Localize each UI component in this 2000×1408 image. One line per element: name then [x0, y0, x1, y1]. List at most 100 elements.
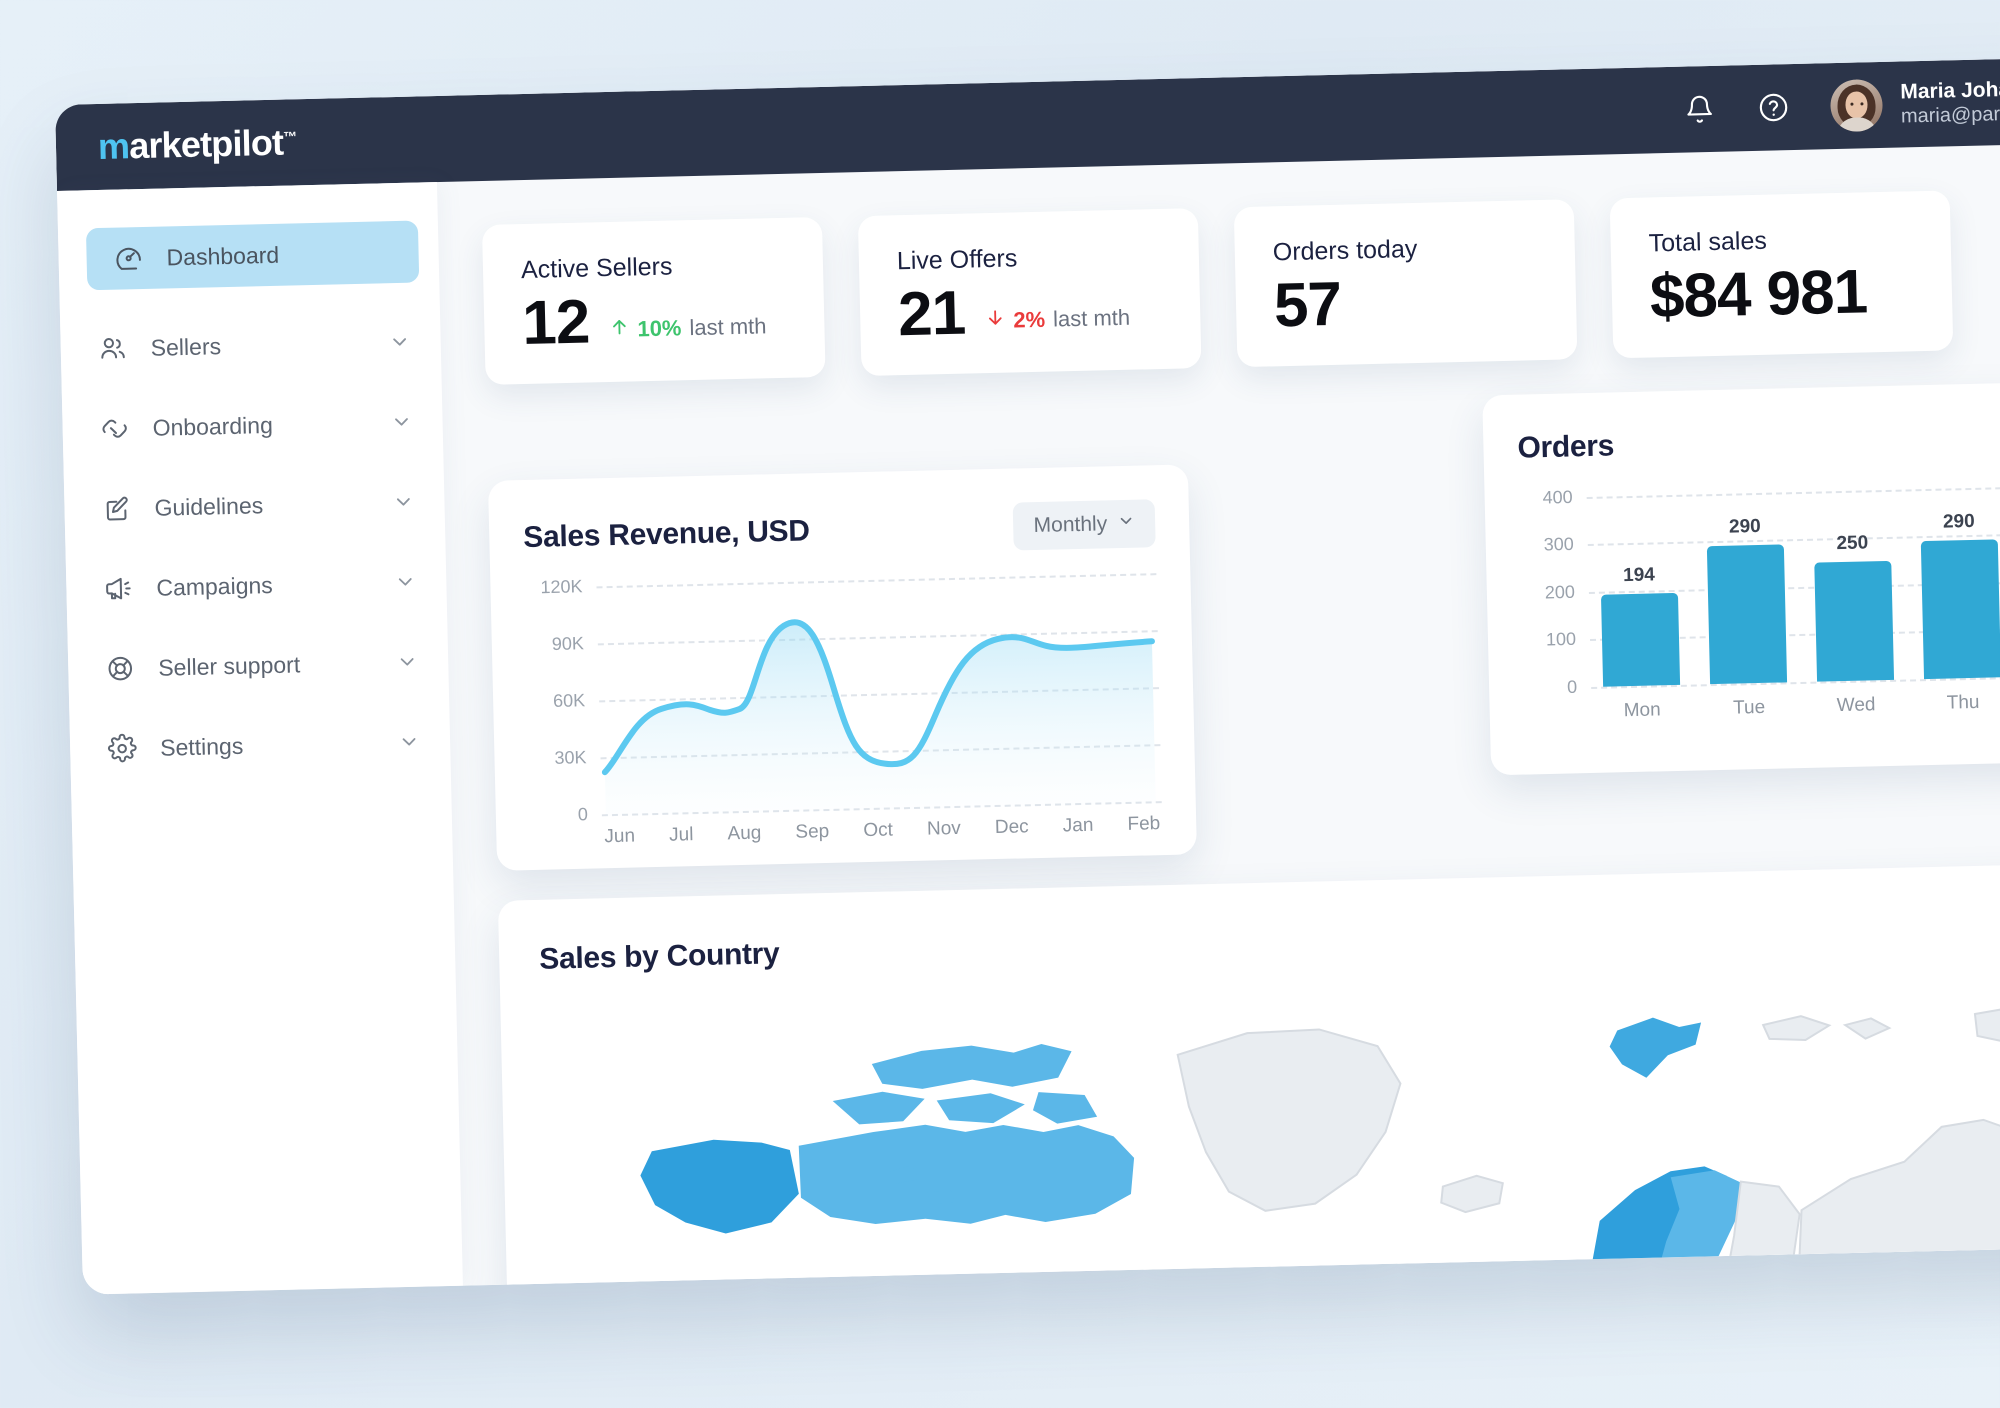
bar-column: 194 [1599, 495, 1681, 687]
x-tick-label: Thu [1946, 691, 1980, 714]
chevron-down-icon[interactable] [394, 571, 417, 594]
stat-delta: 2% last mth [985, 303, 1131, 344]
sidebar-item-label: Seller support [157, 650, 301, 681]
sidebar-item-onboarding[interactable]: Onboarding [62, 390, 443, 461]
card-title: Sales Revenue, USD [522, 514, 811, 555]
map-region-canada-arctic[interactable] [871, 1043, 1072, 1090]
stat-delta-value: 10% [637, 315, 682, 342]
chevron-down-icon[interactable] [392, 491, 415, 514]
map-region-greenland[interactable] [1176, 1028, 1403, 1213]
y-tick-label: 400 [1542, 486, 1573, 508]
card-title: Sales by Country [538, 937, 780, 976]
map-region-arctic-islands[interactable] [1973, 1006, 2000, 1045]
map-region-arctic-islands[interactable] [1761, 1015, 1832, 1042]
map-region-arctic-islands[interactable] [1842, 1017, 1892, 1040]
x-tick-label: Jun [604, 825, 636, 848]
map-region-alaska[interactable] [640, 1138, 800, 1236]
y-tick-label: 90K [551, 633, 585, 654]
x-tick-label: Dec [994, 816, 1029, 839]
logo-rest: arketpilot [128, 121, 284, 167]
sidebar-item-seller-support[interactable]: Seller support [68, 630, 449, 701]
x-tick-label: Jul [668, 824, 694, 846]
x-tick-label: Tue [1732, 696, 1766, 719]
x-tick-label: Jan [1062, 814, 1094, 837]
map-region-canada[interactable] [798, 1120, 1135, 1228]
chevron-down-icon[interactable] [388, 331, 411, 354]
user-profile[interactable]: Maria Johansson maria@paragaia.se [1830, 74, 2000, 133]
speedometer-icon [112, 242, 145, 275]
logo-accent-letter: m [97, 125, 130, 167]
stat-card-total-sales: Total sales $84 981 [1609, 190, 1954, 359]
card-header: Orders Weekly [1517, 408, 2000, 472]
bar-value-label: 290 [1942, 510, 1975, 533]
stat-label: Total sales [1648, 226, 1768, 258]
bar[interactable] [1600, 592, 1681, 687]
map-region-canada-arctic[interactable] [936, 1092, 1026, 1124]
bar[interactable] [1814, 560, 1895, 682]
sales-by-country-card: Sales by Country Weekly [497, 859, 2000, 1295]
chevron-down-icon[interactable] [396, 651, 419, 674]
stat-label: Live Offers [896, 244, 1018, 276]
sidebar-item-settings[interactable]: Settings [69, 710, 450, 781]
sidebar-item-guidelines[interactable]: Guidelines [64, 470, 445, 541]
card-header: Sales Revenue, USD Monthly [523, 499, 1156, 562]
stat-cards-row: Active Sellers 12 10% last mth Live Offe… [481, 186, 2000, 385]
world-map[interactable] [540, 972, 2000, 1295]
avatar [1830, 78, 1884, 133]
stat-value: 21 [897, 278, 966, 350]
app-window: marketpilot™ Maria Johansson maria@parag… [55, 56, 2000, 1295]
x-tick-label: Wed [1836, 694, 1876, 717]
y-tick-label: 100 [1545, 628, 1577, 650]
y-tick-label: 200 [1544, 581, 1576, 603]
map-region-canada-arctic[interactable] [1032, 1091, 1098, 1124]
map-svg [640, 1006, 2000, 1295]
bell-icon[interactable] [1682, 92, 1717, 127]
app-logo[interactable]: marketpilot™ [98, 121, 297, 168]
bar-value-label: 194 [1622, 564, 1656, 587]
user-email: maria@paragaia.se [1900, 100, 2000, 128]
logo-trademark: ™ [282, 128, 297, 145]
stat-value: 12 [521, 287, 591, 359]
bar[interactable] [1920, 539, 2000, 680]
revenue-range-dropdown[interactable]: Monthly [1013, 499, 1156, 551]
orders-x-axis: Mon Tue Wed Thu Fri Sat [1591, 686, 2000, 723]
sidebar-item-label: Campaigns [156, 571, 274, 601]
sidebar-item-dashboard[interactable]: Dashboard [85, 220, 420, 291]
bar-column: 290 [1920, 487, 2000, 680]
stat-delta-value: 2% [1013, 306, 1046, 333]
gear-icon [106, 732, 139, 765]
map-region-iceland[interactable] [1440, 1174, 1504, 1214]
x-tick-label: Aug [727, 822, 762, 845]
stat-card-active-sellers: Active Sellers 12 10% last mth [481, 216, 826, 385]
chevron-down-icon[interactable] [398, 731, 421, 754]
sidebar-item-label: Settings [159, 732, 244, 761]
revenue-area-path [601, 619, 1156, 817]
chevron-down-icon [1117, 512, 1136, 536]
sidebar-item-sellers[interactable]: Sellers [60, 310, 441, 381]
map-region-svalbard[interactable] [1609, 1016, 1702, 1078]
bar-value-label: 290 [1728, 515, 1761, 538]
stat-delta-suffix: last mth [689, 313, 767, 341]
map-region-russia[interactable] [1795, 1115, 2000, 1295]
bar-value-label: 250 [1836, 532, 1869, 555]
y-tick-label: 0 [577, 804, 589, 825]
stat-card-orders-today: Orders today 57 [1233, 199, 1578, 368]
y-tick-label: 0 [1566, 676, 1578, 698]
sales-revenue-card: Sales Revenue, USD Monthly 120K 90K 60K … [487, 464, 1197, 871]
y-tick-label: 30K [554, 747, 587, 768]
revenue-x-axis: Jun Jul Aug Sep Oct Nov Dec Jan Feb [602, 813, 1160, 848]
main-content: Active Sellers 12 10% last mth Live Offe… [437, 142, 2000, 1295]
bar[interactable] [1706, 544, 1788, 685]
orders-card: Orders Weekly 400 300 200 100 0 [1482, 377, 2000, 776]
sidebar-item-label: Sellers [150, 332, 222, 361]
revenue-chart: 120K 90K 60K 30K 0 [540, 573, 1162, 824]
dropdown-label: Monthly [1033, 512, 1108, 538]
sidebar-item-campaigns[interactable]: Campaigns [66, 550, 447, 621]
app-body: Dashboard Sellers Onboarding Guidelines … [57, 142, 2000, 1295]
stat-card-live-offers: Live Offers 21 2% last mth [857, 208, 1202, 377]
question-circle-icon[interactable] [1756, 90, 1791, 125]
chevron-down-icon[interactable] [390, 411, 413, 434]
x-tick-label: Feb [1127, 813, 1161, 835]
map-region-canada-arctic[interactable] [832, 1091, 925, 1125]
y-tick-label: 60K [552, 690, 586, 711]
